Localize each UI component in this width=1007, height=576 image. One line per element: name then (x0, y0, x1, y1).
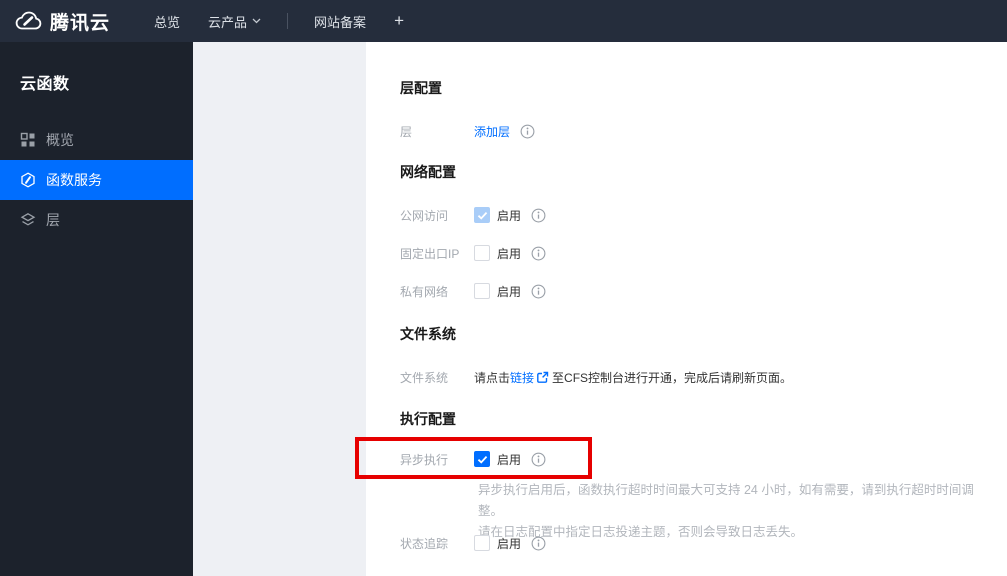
vpc-checkbox[interactable] (474, 283, 490, 299)
fixed-ip-checkbox[interactable] (474, 245, 490, 261)
field-label: 状态追踪 (400, 536, 449, 551)
sidebar-item-label: 函数服务 (46, 172, 102, 188)
enable-label: 启用 (497, 208, 522, 223)
cfs-console-link[interactable]: 链接 (510, 369, 534, 386)
page: 腾讯云 总览 云产品 网站备案 + 云函数 概览 函数服务 层 层配置 层 添加… (0, 0, 1007, 576)
fixed-ip-row: 固定出口IP 启用 (400, 243, 546, 263)
sidebar: 云函数 概览 函数服务 层 (0, 42, 193, 576)
main-content: 层配置 层 添加层 网络配置 公网访问 启用 固定出口IP 启用 私有网络 启用… (366, 42, 1007, 576)
tencent-cloud-logo-icon (14, 10, 44, 32)
section-title-file-system: 文件系统 (400, 326, 456, 342)
info-icon[interactable] (531, 208, 546, 223)
info-icon[interactable] (531, 536, 546, 551)
public-network-row: 公网访问 启用 (400, 205, 546, 225)
secondary-panel (193, 42, 366, 576)
sidebar-item-label: 概览 (46, 132, 74, 148)
topbar: 腾讯云 总览 云产品 网站备案 + (0, 0, 1007, 42)
file-system-row: 文件系统 请点击 链接 至CFS控制台进行开通，完成后请刷新页面。 (400, 367, 792, 387)
async-hint-line2: 请在日志配置中指定日志投递主题，否则会导致日志丢失。 (478, 525, 804, 539)
nav-cloud-products-label: 云产品 (208, 14, 248, 30)
info-icon[interactable] (531, 246, 546, 261)
async-execution-hint: 异步执行启用后，函数执行超时时间最大可支持 24 小时，如有需要，请到执行超时时… (478, 480, 998, 543)
async-execution-row: 异步执行 启用 (400, 449, 546, 469)
section-title-execution-config: 执行配置 (400, 411, 456, 427)
info-icon[interactable] (531, 284, 546, 299)
brand-name: 腾讯云 (50, 12, 111, 34)
sidebar-item-label: 层 (46, 212, 60, 228)
grid-icon (20, 132, 36, 148)
info-icon[interactable] (520, 124, 535, 139)
chevron-down-icon (252, 18, 261, 24)
function-icon (20, 172, 36, 188)
enable-label: 启用 (497, 246, 522, 261)
vpc-row: 私有网络 启用 (400, 281, 546, 301)
sidebar-menu: 概览 函数服务 层 (0, 120, 193, 240)
nav-overview[interactable]: 总览 (154, 12, 180, 31)
field-label: 文件系统 (400, 370, 449, 385)
layers-icon (20, 212, 36, 228)
external-link-icon[interactable] (536, 371, 549, 384)
sidebar-item-layers[interactable]: 层 (0, 200, 193, 240)
nav-website-icp[interactable]: 网站备案 (314, 12, 366, 31)
section-title-network-config: 网络配置 (400, 164, 456, 180)
file-system-text-before: 请点击 (474, 370, 511, 385)
nav-cloud-products[interactable]: 云产品 (208, 12, 261, 31)
add-layer-link[interactable]: 添加层 (474, 123, 510, 140)
sidebar-title: 云函数 (20, 76, 70, 93)
field-label: 公网访问 (400, 208, 449, 223)
section-title-layer-config: 层配置 (400, 80, 442, 96)
sidebar-item-overview[interactable]: 概览 (0, 120, 193, 160)
public-network-checkbox (474, 207, 490, 223)
info-icon[interactable] (531, 452, 546, 467)
field-label: 异步执行 (400, 452, 449, 467)
enable-label: 启用 (497, 284, 522, 299)
nav-divider (287, 13, 289, 29)
field-label: 私有网络 (400, 284, 449, 299)
enable-label: 启用 (497, 536, 522, 551)
async-execution-checkbox[interactable] (474, 451, 490, 467)
layer-row: 层 添加层 (400, 121, 535, 141)
add-tab-button[interactable]: + (394, 11, 404, 31)
brand[interactable]: 腾讯云 (14, 8, 110, 35)
sidebar-item-function-service[interactable]: 函数服务 (0, 160, 193, 200)
status-tracking-checkbox[interactable] (474, 535, 490, 551)
field-label: 层 (400, 124, 413, 139)
enable-label: 启用 (497, 452, 522, 467)
field-label: 固定出口IP (400, 246, 460, 261)
top-navigation: 总览 云产品 网站备案 + (140, 11, 418, 31)
async-hint-line1: 异步执行启用后，函数执行超时时间最大可支持 24 小时，如有需要，请到执行超时时… (478, 483, 974, 518)
file-system-text-after: 至CFS控制台进行开通，完成后请刷新页面。 (552, 370, 793, 385)
status-tracking-row: 状态追踪 启用 (400, 533, 546, 553)
